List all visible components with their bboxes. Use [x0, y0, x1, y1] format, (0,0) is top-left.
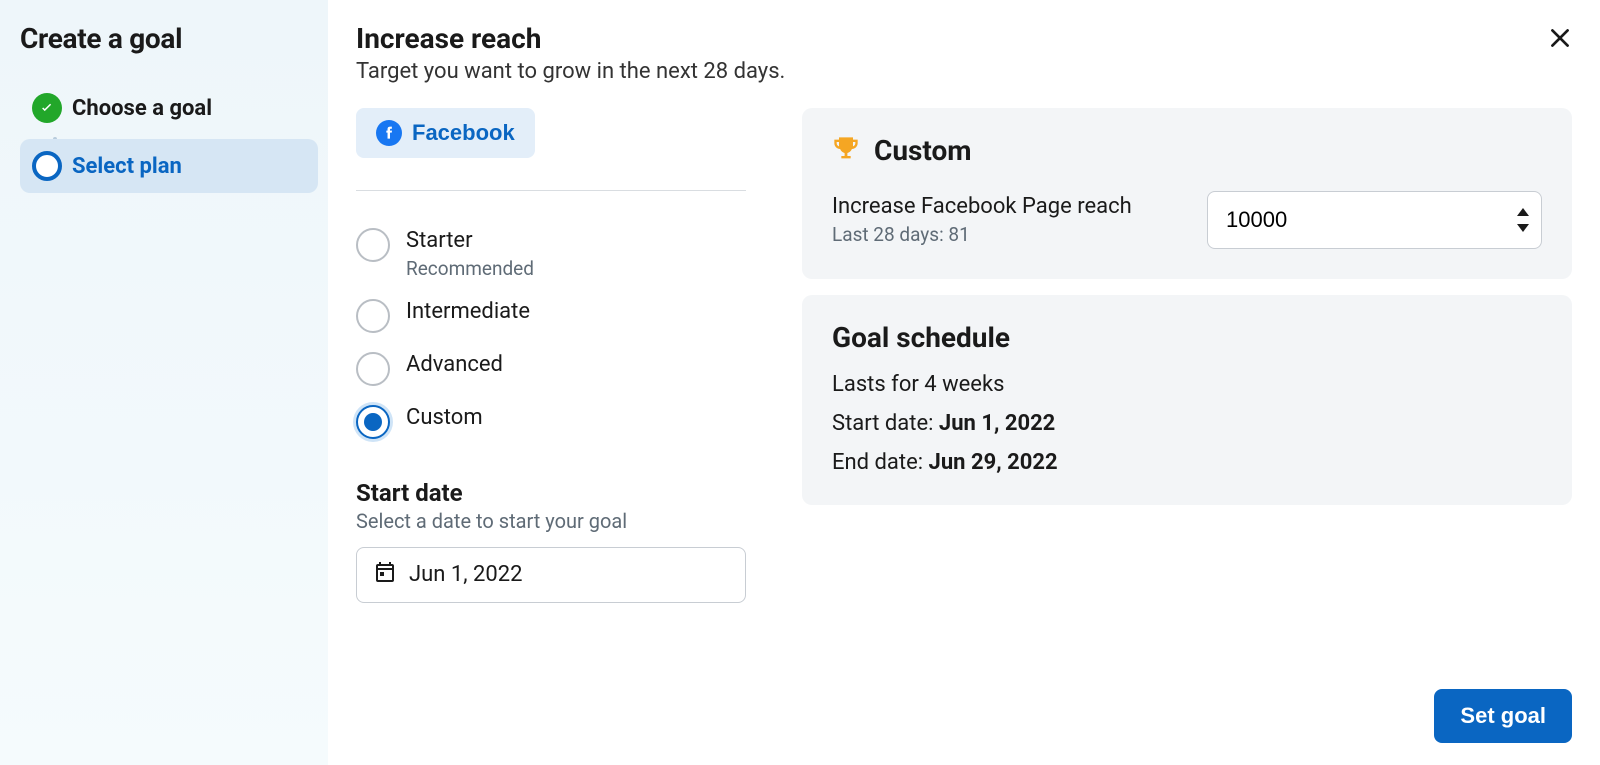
schedule-start-label: Start date: [832, 411, 939, 436]
left-column: Facebook Starter Recommended Intermediat… [356, 108, 746, 603]
target-value-input-wrap [1207, 191, 1542, 249]
schedule-start-value: Jun 1, 2022 [939, 411, 1055, 436]
platform-chip-facebook[interactable]: Facebook [356, 108, 535, 158]
calendar-icon [373, 560, 397, 590]
custom-goal-card: Custom Increase Facebook Page reach Last… [802, 108, 1572, 279]
start-date-sub: Select a date to start your goal [356, 509, 746, 533]
plan-label: Custom [406, 404, 483, 432]
stepper-down-button[interactable] [1514, 221, 1532, 235]
radio-icon [356, 228, 390, 262]
set-goal-button[interactable]: Set goal [1434, 689, 1572, 743]
metric-sub: Last 28 days: 81 [832, 223, 1132, 246]
trophy-icon [832, 135, 860, 167]
chevron-down-icon [1517, 224, 1529, 232]
check-circle-icon [32, 93, 62, 123]
schedule-end-label: End date: [832, 450, 929, 475]
stepper-up-button[interactable] [1514, 205, 1532, 219]
ring-icon [32, 151, 62, 181]
custom-card-title: Custom [874, 134, 972, 167]
page-subtitle: Target you want to grow in the next 28 d… [356, 59, 1572, 84]
page-title: Increase reach [356, 22, 1572, 55]
step-select-plan[interactable]: Select plan [20, 139, 318, 193]
plan-radio-group: Starter Recommended Intermediate Advance… [356, 227, 746, 439]
main-panel: Increase reach Target you want to grow i… [328, 0, 1600, 765]
step-label: Choose a goal [72, 96, 212, 121]
radio-icon [356, 299, 390, 333]
close-button[interactable] [1542, 20, 1578, 56]
close-icon [1547, 25, 1573, 51]
start-date-heading: Start date [356, 479, 746, 507]
plan-option-intermediate[interactable]: Intermediate [356, 298, 746, 333]
right-column: Custom Increase Facebook Page reach Last… [802, 108, 1572, 521]
sidebar: Create a goal Choose a goal Select plan [0, 0, 328, 765]
facebook-icon [376, 120, 402, 146]
schedule-title: Goal schedule [832, 321, 1542, 354]
sidebar-title: Create a goal [20, 22, 318, 55]
metric-label: Increase Facebook Page reach [832, 194, 1132, 219]
start-date-value: Jun 1, 2022 [409, 562, 522, 587]
step-label: Select plan [72, 154, 182, 179]
number-stepper [1514, 205, 1534, 235]
platform-label: Facebook [412, 120, 515, 146]
goal-schedule-card: Goal schedule Lasts for 4 weeks Start da… [802, 295, 1572, 505]
plan-label: Starter [406, 227, 534, 255]
start-date-picker[interactable]: Jun 1, 2022 [356, 547, 746, 603]
footer: Set goal [356, 689, 1572, 743]
plan-sublabel: Recommended [406, 257, 534, 280]
schedule-end-value: Jun 29, 2022 [929, 450, 1058, 475]
plan-option-advanced[interactable]: Advanced [356, 351, 746, 386]
target-value-input[interactable] [1226, 207, 1514, 233]
schedule-duration: Lasts for 4 weeks [832, 372, 1542, 397]
schedule-start-line: Start date: Jun 1, 2022 [832, 411, 1542, 436]
plan-label: Intermediate [406, 298, 530, 326]
chevron-up-icon [1517, 208, 1529, 216]
divider [356, 190, 746, 191]
radio-icon [356, 405, 390, 439]
plan-label: Advanced [406, 351, 503, 379]
plan-option-custom[interactable]: Custom [356, 404, 746, 439]
radio-icon [356, 352, 390, 386]
schedule-end-line: End date: Jun 29, 2022 [832, 450, 1542, 475]
plan-option-starter[interactable]: Starter Recommended [356, 227, 746, 280]
step-choose-a-goal[interactable]: Choose a goal [20, 81, 318, 135]
